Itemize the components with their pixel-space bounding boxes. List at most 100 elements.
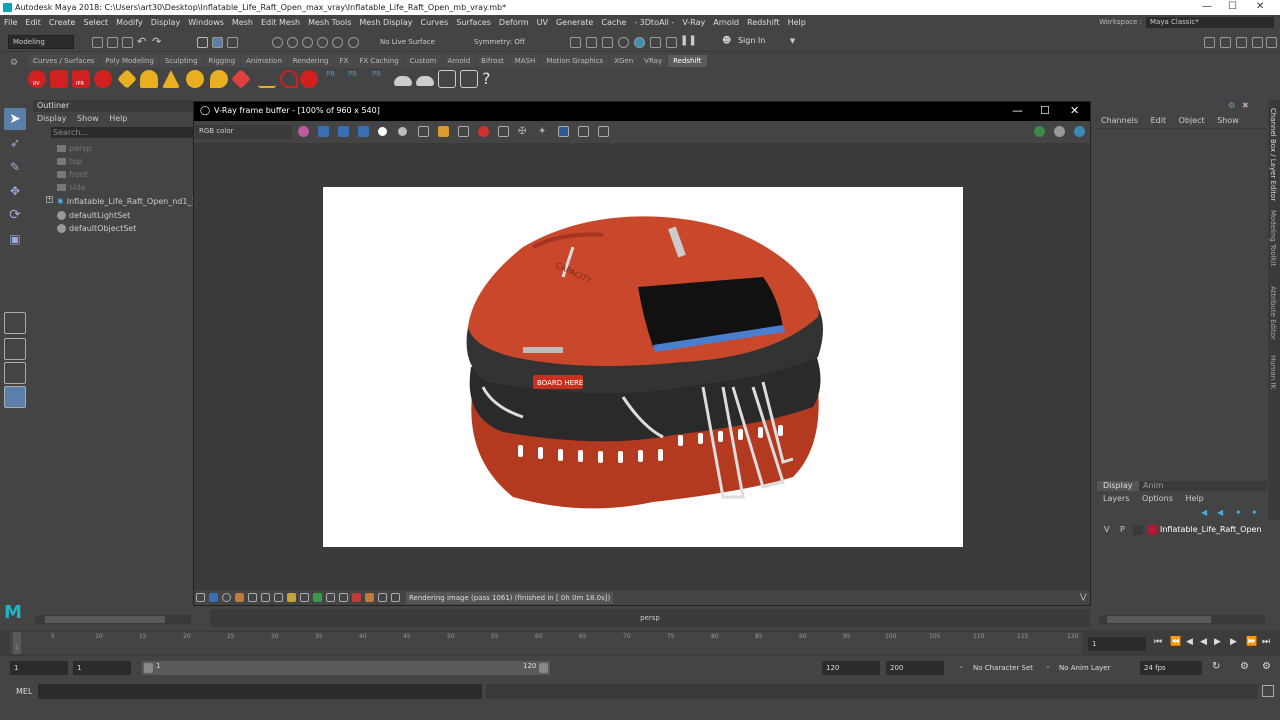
range-end-handle[interactable]	[539, 663, 548, 673]
redshift-proxy-icon[interactable]	[394, 76, 412, 86]
close-icon[interactable]: ✕	[1256, 1, 1264, 12]
character-set-chevron-icon[interactable]: ⌄	[958, 662, 964, 670]
menu-surfaces[interactable]: Surfaces	[452, 15, 495, 30]
vfb-options-icon[interactable]	[1054, 126, 1065, 137]
playback-end-field[interactable]: 120	[822, 661, 880, 675]
outliner-item-front[interactable]: front	[57, 168, 88, 181]
layer-visibility-toggle[interactable]: V	[1104, 525, 1109, 534]
panel-float-icon[interactable]: ⚙	[1228, 101, 1235, 110]
stop-render-icon[interactable]	[478, 126, 489, 137]
color-channels-icon[interactable]	[298, 126, 309, 137]
select-tool-icon[interactable]: ➤	[4, 108, 26, 130]
script-language-toggle[interactable]: MEL	[16, 687, 32, 696]
two-pane-layout-icon[interactable]	[4, 362, 26, 384]
layer-type-toggle[interactable]	[1133, 525, 1143, 535]
vfb-status-icon-1[interactable]	[196, 593, 205, 602]
anim-layer-chevron-icon[interactable]: ⌄	[1045, 662, 1051, 670]
snap-view-icon[interactable]	[317, 37, 328, 48]
anim-layer-dropdown[interactable]: No Anim Layer	[1059, 664, 1110, 672]
layers-h-scrollbar[interactable]	[1099, 615, 1265, 624]
vfb-status-icon-14[interactable]	[365, 593, 374, 602]
shelf-tab-fx-caching[interactable]: FX Caching	[354, 55, 404, 67]
single-pane-layout-icon[interactable]	[4, 312, 26, 334]
green-channel-icon[interactable]	[338, 126, 349, 137]
redshift-ipr-icon[interactable]: IPR	[72, 70, 90, 88]
menu-deform[interactable]: Deform	[495, 15, 533, 30]
vfb-status-icon-7[interactable]	[274, 593, 283, 602]
live-surface-label[interactable]: No Live Surface	[380, 38, 435, 46]
menu-help[interactable]: Help	[784, 15, 810, 30]
redshift-volume-icon[interactable]	[416, 76, 434, 86]
rotate-tool-icon[interactable]: ⟳	[4, 204, 26, 226]
menu-file[interactable]: File	[0, 15, 21, 30]
menu-edit-mesh[interactable]: Edit Mesh	[257, 15, 304, 30]
render-icon[interactable]: ✦	[538, 126, 549, 137]
shelf-tab-custom[interactable]: Custom	[404, 55, 442, 67]
vfb-status-icon-12[interactable]	[339, 593, 348, 602]
menu-arnold[interactable]: Arnold	[709, 15, 743, 30]
vfb-status-icon-10[interactable]	[313, 593, 322, 602]
redshift-settings-icon[interactable]	[94, 70, 112, 88]
layer-row[interactable]: V P Inflatable_Life_Raft_Open	[1099, 523, 1263, 537]
new-layer-icon[interactable]: ✦	[1235, 508, 1242, 517]
loop-icon[interactable]: ↻	[1212, 661, 1220, 672]
menu-generate[interactable]: Generate	[552, 15, 597, 30]
redshift-sphere-icon[interactable]	[300, 70, 318, 88]
stamp-icon[interactable]	[598, 126, 609, 137]
shelf-tab-rendering[interactable]: Rendering	[287, 55, 334, 67]
menu-create[interactable]: Create	[45, 15, 80, 30]
outliner-item-side[interactable]: side	[57, 181, 85, 194]
outliner-item-top[interactable]: top	[57, 155, 82, 168]
scale-tool-icon[interactable]: ▣	[4, 228, 26, 250]
layer-move-down-icon[interactable]: ◀	[1217, 508, 1223, 517]
channels-menu[interactable]: Channels	[1101, 116, 1138, 125]
side-tab-human-ik[interactable]: Human IK	[1269, 355, 1277, 389]
vfb-help-icon[interactable]	[1074, 126, 1085, 137]
pause-icon[interactable]: ❚❚	[680, 35, 697, 46]
script-editor-icon[interactable]	[1262, 685, 1274, 697]
step-forward-key-icon[interactable]: ⏩	[1246, 637, 1257, 647]
attribute-editor-icon[interactable]	[1220, 37, 1231, 48]
go-to-start-icon[interactable]: ⏮	[1154, 637, 1162, 647]
layers-menu-help[interactable]: Help	[1185, 494, 1203, 503]
redshift-log-icon[interactable]	[460, 70, 478, 88]
outliner-menu-show[interactable]: Show	[77, 114, 99, 123]
menu-mesh[interactable]: Mesh	[228, 15, 257, 30]
menu-curves[interactable]: Curves	[416, 15, 452, 30]
current-frame-field[interactable]: 1	[1088, 637, 1146, 651]
select-hierarchy-icon[interactable]	[197, 37, 208, 48]
render-setup-icon[interactable]	[666, 37, 677, 48]
outliner-menu-display[interactable]: Display	[37, 114, 67, 123]
vfb-status-icon-4[interactable]	[235, 593, 244, 602]
redshift-cube-icon[interactable]	[50, 70, 68, 88]
vfb-status-icon-11[interactable]	[326, 593, 335, 602]
render-history-icon[interactable]	[558, 126, 569, 137]
vfb-settings-icon[interactable]	[1034, 126, 1045, 137]
redshift-physical-light-icon[interactable]	[186, 70, 204, 88]
outliner-item-persp[interactable]: persp	[57, 142, 92, 155]
shelf-tab-animation[interactable]: Animation	[241, 55, 287, 67]
menu-modify[interactable]: Modify	[112, 15, 147, 30]
outliner-item-object-set[interactable]: defaultObjectSet	[57, 222, 136, 235]
play-forward-icon[interactable]: ▶	[1214, 637, 1221, 647]
shelf-tab-poly[interactable]: Poly Modeling	[100, 55, 159, 67]
tab-anim[interactable]: Anim	[1143, 481, 1164, 491]
channel-edit-menu[interactable]: Edit	[1151, 116, 1167, 125]
redshift-pr-icon-3[interactable]: PR	[372, 70, 390, 88]
blue-channel-icon[interactable]	[358, 126, 369, 137]
panel-pin-icon[interactable]: ✖	[1242, 101, 1249, 110]
outliner-layout-icon[interactable]	[4, 386, 26, 408]
menu-vray[interactable]: V-Ray	[678, 15, 709, 30]
mode-dropdown[interactable]: Modeling	[8, 35, 74, 49]
tab-display[interactable]: Display	[1097, 481, 1139, 491]
vfb-status-icon-16[interactable]	[391, 593, 400, 602]
new-layer-selected-icon[interactable]: ✦	[1251, 508, 1258, 517]
vfb-maximize-icon[interactable]: ☐	[1040, 104, 1050, 117]
command-input[interactable]	[38, 684, 482, 699]
menu-display[interactable]: Display	[147, 15, 185, 30]
menu-select[interactable]: Select	[79, 15, 112, 30]
time-slider-track[interactable]	[10, 632, 1082, 654]
redshift-sun-icon[interactable]	[210, 70, 228, 88]
undo-icon[interactable]: ↶	[137, 35, 146, 48]
save-image-icon[interactable]	[418, 126, 429, 137]
